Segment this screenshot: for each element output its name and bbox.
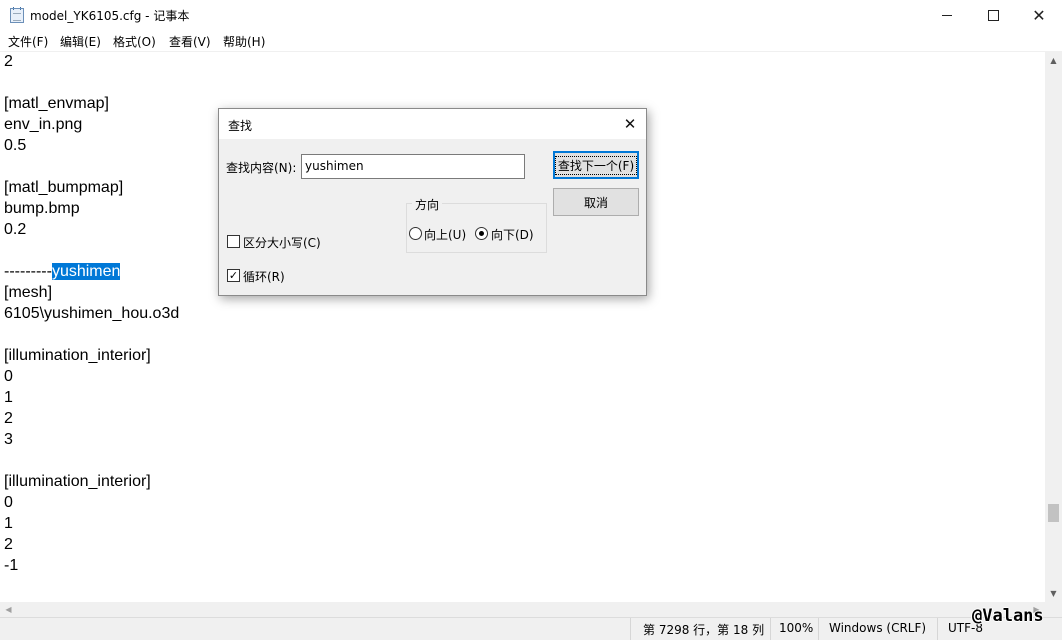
editor-line: 6105\yushimen_hou.o3d [4, 305, 180, 322]
find-input[interactable]: yushimen [301, 154, 525, 179]
selected-match: yushimen [51, 263, 121, 280]
title-bar[interactable]: model_YK6105.cfg - 记事本 ✕ [0, 0, 1062, 31]
editor-line: 2 [4, 536, 13, 553]
find-dialog-titlebar[interactable]: 查找 ✕ [219, 109, 646, 139]
status-zoom: 100% [779, 621, 814, 635]
notepad-icon [10, 7, 24, 23]
scroll-left-icon[interactable]: ◀ [0, 602, 17, 617]
close-button[interactable]: ✕ [1016, 0, 1062, 31]
vertical-scroll-thumb[interactable] [1048, 504, 1059, 522]
menu-help[interactable]: 帮助(H) [223, 33, 265, 50]
window-title: model_YK6105.cfg - 记事本 [30, 9, 190, 23]
direction-down-label[interactable]: 向下(D) [491, 226, 534, 243]
match-case-checkbox[interactable] [227, 235, 240, 248]
menu-format[interactable]: 格式(O) [113, 33, 156, 50]
cancel-button[interactable]: 取消 [553, 188, 639, 216]
editor-line: 2 [4, 410, 13, 427]
wrap-checkbox[interactable]: ✓ [227, 269, 240, 282]
close-icon: ✕ [1032, 6, 1046, 25]
scrollbar-corner [1045, 602, 1062, 617]
status-bar: 第 7298 行，第 18 列 100% Windows (CRLF) UTF-… [0, 617, 1062, 640]
editor-line: [matl_bumpmap] [4, 179, 124, 196]
minimize-icon [942, 15, 952, 16]
scroll-up-icon[interactable]: ▲ [1045, 52, 1062, 69]
editor-line: -1 [4, 557, 19, 574]
editor-line: env_in.png [4, 116, 83, 133]
find-what-label: 查找内容(N): [226, 161, 297, 175]
status-divider [937, 618, 938, 640]
maximize-icon [987, 10, 999, 21]
editor-line: [illumination_interior] [4, 473, 151, 490]
status-divider [630, 618, 631, 640]
editor-line: 0 [4, 368, 13, 385]
vertical-scrollbar[interactable]: ▲ ▼ [1045, 52, 1062, 602]
editor-line: 1 [4, 389, 13, 406]
editor-line: bump.bmp [4, 200, 80, 217]
horizontal-scrollbar[interactable]: ◀ ▶ [0, 602, 1045, 617]
editor-line-match: ---------yushimen [4, 261, 179, 282]
maximize-button[interactable] [970, 0, 1016, 31]
direction-up-radio[interactable] [409, 227, 422, 240]
watermark: @Valans [972, 606, 1044, 626]
menu-view[interactable]: 查看(V) [169, 33, 211, 50]
find-dialog-title: 查找 [228, 119, 253, 133]
editor-line: [mesh] [4, 284, 53, 301]
editor-line: [matl_envmap] [4, 95, 109, 112]
editor-line: [illumination_interior] [4, 347, 151, 364]
direction-up-label[interactable]: 向上(U) [424, 226, 466, 243]
editor-line: 0 [4, 494, 13, 511]
direction-label: 方向 [412, 196, 443, 213]
wrap-label[interactable]: 循环(R) [243, 268, 285, 285]
editor-lines: 2 [matl_envmap] env_in.png 0.5 [matl_bum… [4, 52, 179, 576]
editor-line: 1 [4, 515, 13, 532]
menu-edit[interactable]: 编辑(E) [60, 33, 101, 50]
minimize-button[interactable] [924, 0, 970, 31]
find-next-label: 查找下一个(F) [554, 155, 638, 175]
status-line-ending: Windows (CRLF) [829, 621, 927, 635]
editor-line: 3 [4, 431, 13, 448]
editor-line: 0.5 [4, 137, 27, 154]
status-position: 第 7298 行，第 18 列 [643, 623, 765, 637]
match-case-label[interactable]: 区分大小写(C) [243, 234, 321, 251]
editor-line: 0.2 [4, 221, 27, 238]
status-divider [770, 618, 771, 640]
editor-line: 2 [4, 53, 13, 70]
close-icon[interactable]: ✕ [617, 112, 643, 136]
direction-down-radio[interactable] [475, 227, 488, 240]
find-next-button[interactable]: 查找下一个(F) [553, 151, 639, 179]
find-dialog: 查找 ✕ 查找内容(N): yushimen 查找下一个(F) 取消 方向 向上… [218, 108, 647, 296]
menu-file[interactable]: 文件(F) [8, 33, 48, 50]
menu-bar: 文件(F) 编辑(E) 格式(O) 查看(V) 帮助(H) [0, 31, 1062, 52]
line-prefix: --------- [4, 263, 52, 280]
status-divider [818, 618, 819, 640]
scroll-down-icon[interactable]: ▼ [1045, 585, 1062, 602]
